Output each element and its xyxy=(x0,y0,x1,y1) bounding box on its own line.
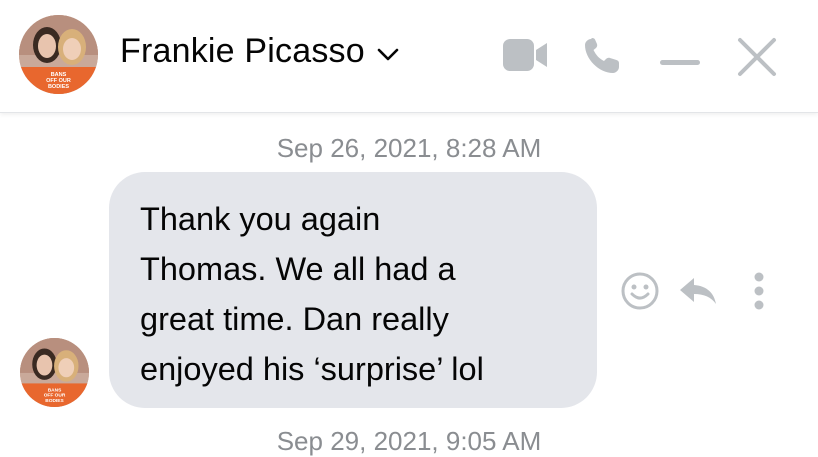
react-icon[interactable] xyxy=(620,271,660,316)
phone-icon[interactable] xyxy=(582,36,622,81)
svg-text:BANS: BANS xyxy=(48,387,62,393)
sender-avatar[interactable]: BANS OFF OUR BODIES xyxy=(20,338,89,407)
avatar-photo: BANS OFF OUR BODIES xyxy=(19,15,98,94)
minimize-icon[interactable] xyxy=(660,53,700,71)
chevron-down-icon xyxy=(377,32,399,71)
message-line: Thomas. We all had a xyxy=(140,251,456,287)
video-call-icon[interactable] xyxy=(502,38,548,77)
chat-header: BANS OFF OUR BODIES Frankie Picasso xyxy=(0,0,818,113)
message-timestamp: Sep 26, 2021, 8:28 AM xyxy=(276,133,542,163)
next-message-timestamp: Sep 29, 2021, 9:05 AM xyxy=(276,426,542,456)
more-options-icon[interactable] xyxy=(752,272,766,315)
message-line: great time. Dan really xyxy=(140,301,449,337)
contact-name-button[interactable]: Frankie Picasso xyxy=(120,32,399,71)
contact-name: Frankie Picasso xyxy=(120,32,365,70)
message-line: Thank you again xyxy=(140,201,381,237)
message-bubble[interactable]: Thank you again Thomas. We all had a gre… xyxy=(109,172,597,408)
message-line: enjoyed his ‘surprise’ lol xyxy=(140,351,484,387)
reply-icon[interactable] xyxy=(678,276,718,311)
contact-avatar[interactable]: BANS OFF OUR BODIES xyxy=(19,15,98,94)
avatar-photo: BANS OFF OUR BODIES xyxy=(20,338,89,407)
close-icon[interactable] xyxy=(737,37,777,82)
svg-text:OFF OUR: OFF OUR xyxy=(44,393,66,399)
svg-text:BODIES: BODIES xyxy=(48,84,69,90)
svg-text:BODIES: BODIES xyxy=(45,398,64,404)
